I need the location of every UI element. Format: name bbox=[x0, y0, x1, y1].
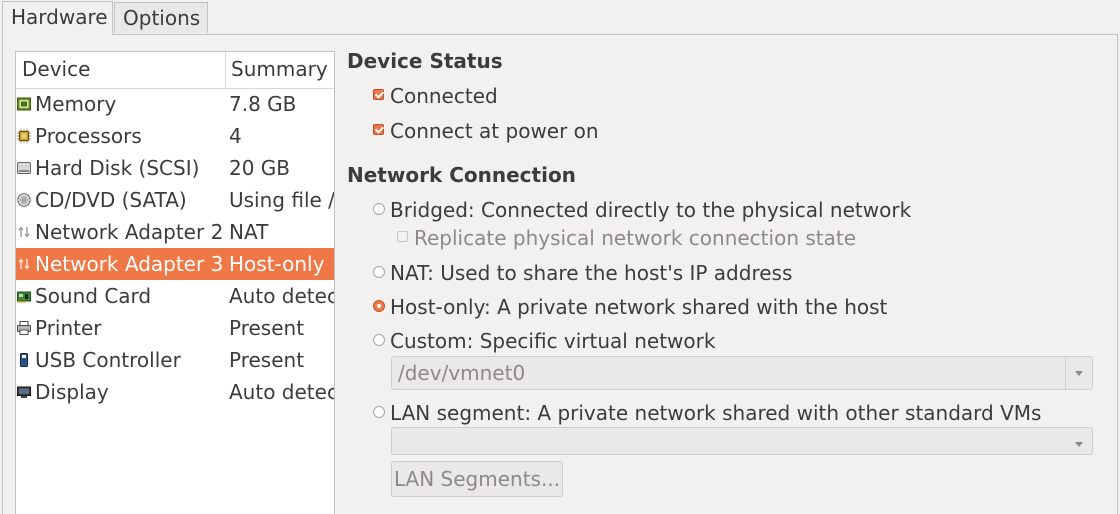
device-row-usb-controller[interactable]: USB Controller Present bbox=[16, 344, 334, 376]
radio-off-icon[interactable] bbox=[373, 266, 385, 278]
lan-segment-label: LAN segment: A private network shared wi… bbox=[390, 401, 1042, 425]
device-summary: Auto detec bbox=[229, 284, 334, 308]
device-name: USB Controller bbox=[35, 348, 181, 372]
device-name: Hard Disk (SCSI) bbox=[35, 156, 200, 180]
device-row-sound-card[interactable]: Sound Card Auto detec bbox=[16, 280, 334, 312]
device-row-processors[interactable]: Processors 4 bbox=[16, 120, 334, 152]
tab-bar: Hardware Options bbox=[0, 0, 1120, 36]
device-list-header: Device Summary bbox=[16, 52, 334, 89]
lan-segments-button[interactable]: LAN Segments... bbox=[391, 461, 563, 497]
checkbox-checked-icon[interactable] bbox=[373, 89, 384, 100]
replicate-state-label: Replicate physical network connection st… bbox=[414, 226, 857, 250]
cd-dvd-icon bbox=[17, 193, 31, 207]
column-header-summary[interactable]: Summary bbox=[231, 52, 328, 88]
device-summary: Present bbox=[229, 348, 305, 372]
chevron-down-icon[interactable] bbox=[1065, 357, 1092, 389]
device-name: Display bbox=[35, 380, 109, 404]
device-name: Sound Card bbox=[35, 284, 152, 308]
memory-icon bbox=[17, 97, 31, 111]
device-summary: Present bbox=[229, 316, 305, 340]
device-name: Network Adapter 3 bbox=[35, 252, 224, 276]
device-row-memory[interactable]: Memory 7.8 GB bbox=[16, 88, 334, 120]
connect-at-power-on-label: Connect at power on bbox=[390, 119, 599, 143]
device-row-network-adapter-3[interactable]: Network Adapter 3 Host-only bbox=[16, 248, 334, 280]
network-adapter-icon bbox=[18, 258, 30, 270]
device-summary: Using file / bbox=[229, 188, 334, 212]
radio-off-icon[interactable] bbox=[373, 203, 385, 215]
device-name: Network Adapter 2 bbox=[35, 220, 224, 244]
device-summary: NAT bbox=[229, 220, 269, 244]
column-header-device[interactable]: Device bbox=[22, 52, 90, 88]
device-row-cd-dvd[interactable]: CD/DVD (SATA) Using file / bbox=[16, 184, 334, 216]
radio-on-icon[interactable] bbox=[373, 300, 385, 312]
chevron-down-icon[interactable] bbox=[1066, 428, 1092, 454]
custom-network-select[interactable]: /dev/vmnet0 bbox=[391, 356, 1093, 390]
tab-hardware[interactable]: Hardware bbox=[2, 1, 113, 35]
tab-options[interactable]: Options bbox=[114, 2, 208, 33]
device-row-network-adapter-2[interactable]: Network Adapter 2 NAT bbox=[16, 216, 334, 248]
device-summary: 20 GB bbox=[229, 156, 291, 180]
device-row-printer[interactable]: Printer Present bbox=[16, 312, 334, 344]
network-connection-heading: Network Connection bbox=[347, 163, 576, 187]
device-name: Processors bbox=[35, 124, 142, 148]
column-separator[interactable] bbox=[225, 52, 226, 88]
device-row-display[interactable]: Display Auto detec bbox=[16, 376, 334, 408]
device-status-heading: Device Status bbox=[347, 49, 503, 73]
processor-icon bbox=[17, 129, 31, 143]
device-name: Memory bbox=[35, 92, 117, 116]
hard-disk-icon bbox=[17, 162, 31, 174]
device-name: Printer bbox=[35, 316, 102, 340]
device-summary: 7.8 GB bbox=[229, 92, 297, 116]
radio-off-icon[interactable] bbox=[373, 406, 385, 418]
checkbox-unchecked-icon[interactable] bbox=[397, 231, 408, 242]
device-row-hard-disk[interactable]: Hard Disk (SCSI) 20 GB bbox=[16, 152, 334, 184]
printer-icon bbox=[17, 321, 31, 335]
usb-icon bbox=[20, 353, 28, 367]
connected-label: Connected bbox=[390, 84, 498, 108]
network-adapter-icon bbox=[18, 226, 30, 238]
sound-card-icon bbox=[17, 291, 31, 303]
custom-label: Custom: Specific virtual network bbox=[390, 329, 716, 353]
device-summary: Auto detec bbox=[229, 380, 334, 404]
bridged-label: Bridged: Connected directly to the physi… bbox=[390, 198, 912, 222]
lan-segment-select[interactable] bbox=[391, 427, 1093, 455]
custom-network-value: /dev/vmnet0 bbox=[398, 361, 526, 385]
device-summary: Host-only bbox=[229, 252, 325, 276]
nat-label: NAT: Used to share the host's IP address bbox=[390, 261, 793, 285]
display-icon bbox=[17, 386, 31, 398]
device-list[interactable]: Device Summary Memory 7.8 GB Processors … bbox=[15, 51, 335, 514]
checkbox-checked-icon[interactable] bbox=[373, 124, 384, 135]
device-summary: 4 bbox=[229, 124, 242, 148]
device-name: CD/DVD (SATA) bbox=[35, 188, 187, 212]
radio-off-icon[interactable] bbox=[373, 334, 385, 346]
host-only-label: Host-only: A private network shared with… bbox=[390, 295, 888, 319]
